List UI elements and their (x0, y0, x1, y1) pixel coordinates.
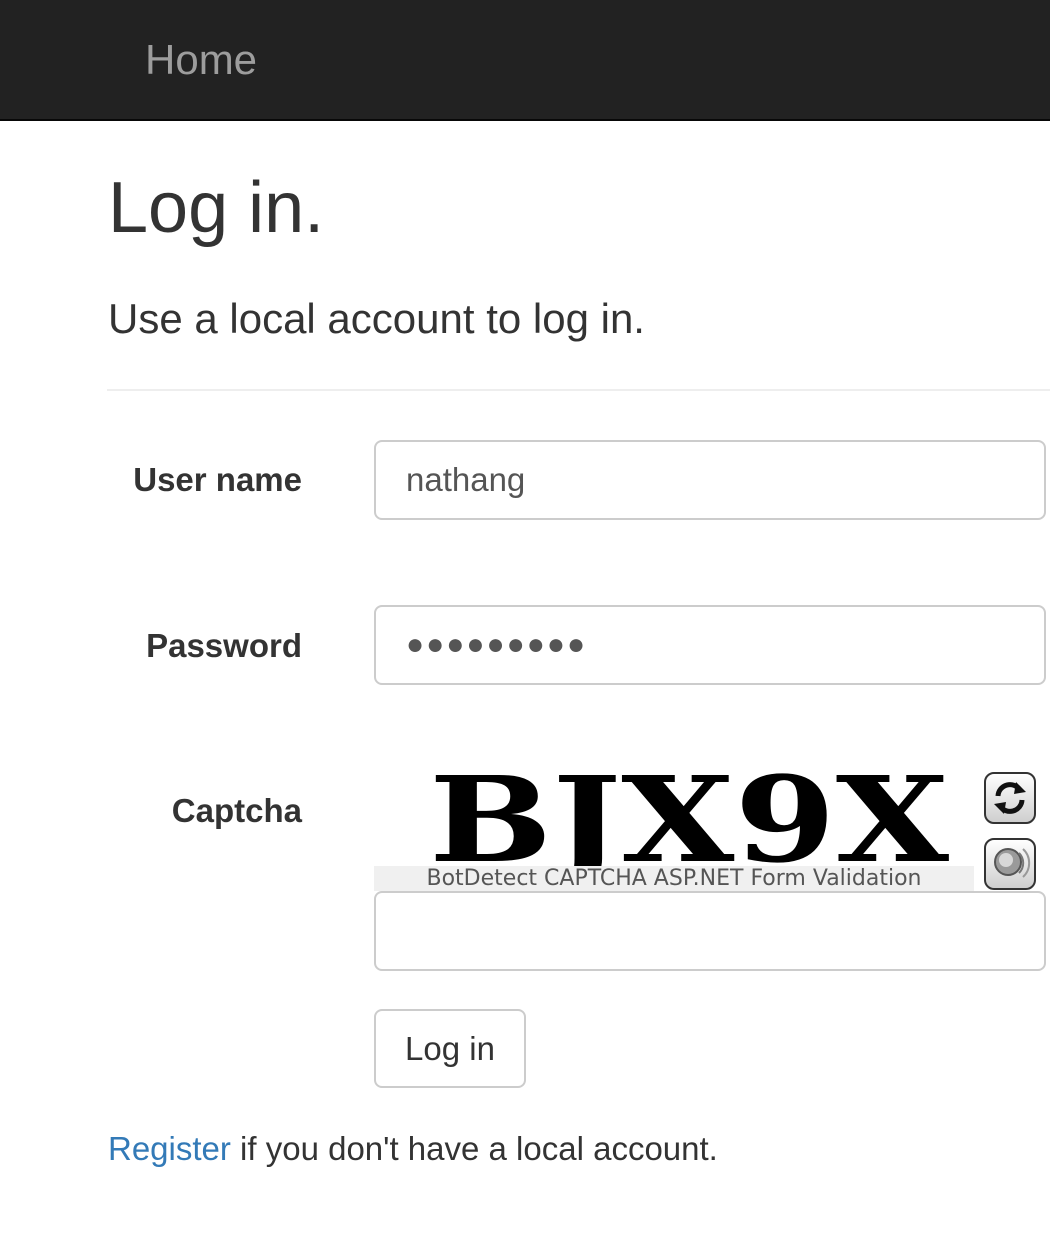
page-title: Log in. (108, 168, 325, 248)
password-label: Password (146, 627, 302, 664)
register-line: Register if you don't have a local accou… (108, 1129, 718, 1169)
login-button[interactable]: Log in (374, 1009, 526, 1088)
captcha-reload-button[interactable] (984, 772, 1036, 824)
password-masked-value: ●●●●●●●●● (406, 628, 588, 661)
captcha-code-text: BJX9X (429, 771, 950, 866)
captcha-input[interactable] (374, 891, 1046, 971)
reload-icon (994, 782, 1026, 814)
register-link[interactable]: Register (108, 1130, 231, 1167)
captcha-label: Captcha (171, 792, 302, 829)
password-input[interactable]: ●●●●●●●●● (374, 605, 1046, 685)
username-value: nathang (406, 461, 526, 498)
captcha-sound-button[interactable] (984, 838, 1036, 890)
page-subtitle: Use a local account to log in. (108, 295, 645, 342)
sound-icon (994, 848, 1031, 878)
navbar: Home (0, 0, 1050, 121)
captcha-graphic: BJX9X (374, 750, 974, 889)
username-label: User name (133, 461, 302, 498)
nav-home-link[interactable]: Home (145, 36, 257, 84)
username-input[interactable]: nathang (374, 440, 1046, 520)
captcha-caption: BotDetect CAPTCHA ASP.NET Form Validatio… (426, 866, 922, 891)
captcha-image: BJX9X BotDetect CAPTCHA ASP.NET Form Val… (374, 750, 974, 891)
divider (107, 389, 1050, 391)
register-text: if you don't have a local account. (230, 1130, 718, 1167)
